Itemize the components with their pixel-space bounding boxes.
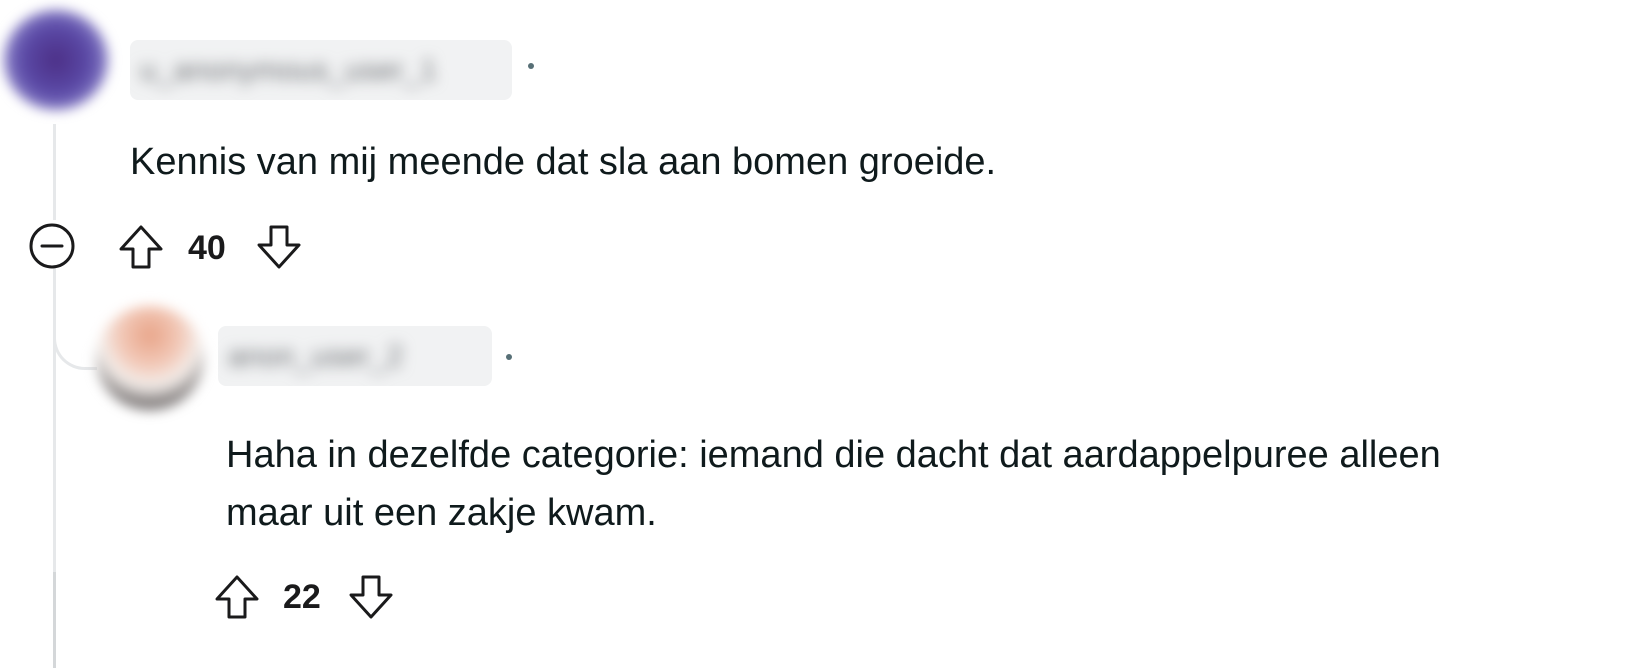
username-text: u_anonymous_user_1: [140, 54, 437, 87]
thread-line[interactable]: [53, 124, 56, 220]
meta-separator-dot: [528, 63, 534, 69]
upvote-arrow-icon: [215, 575, 259, 619]
downvote-button[interactable]: [254, 222, 304, 272]
upvote-button[interactable]: [116, 222, 166, 272]
vote-score: 40: [188, 229, 226, 267]
comment-body-line: Haha in dezelfde categorie: iemand die d…: [226, 434, 1441, 476]
comment-body: Kennis van mij meende dat sla aan bomen …: [130, 141, 997, 183]
avatar[interactable]: [4, 10, 108, 110]
downvote-arrow-icon: [257, 225, 301, 269]
username-text: anon_user_2: [228, 340, 404, 373]
avatar[interactable]: [96, 306, 204, 410]
upvote-arrow-icon: [119, 225, 163, 269]
reply-connector: [53, 300, 97, 370]
meta-separator-dot: [506, 354, 512, 360]
collapse-thread-button[interactable]: [28, 222, 76, 270]
downvote-button[interactable]: [346, 572, 396, 622]
upvote-button[interactable]: [212, 572, 262, 622]
comment-body: Haha in dezelfde categorie: iemand die d…: [226, 426, 1441, 542]
collapse-icon: [29, 223, 75, 269]
comment-author[interactable]: anon_user_2: [218, 326, 492, 386]
comment-author[interactable]: u_anonymous_user_1: [130, 40, 512, 100]
downvote-arrow-icon: [349, 575, 393, 619]
vote-score: 22: [283, 578, 321, 616]
comment-body-line: maar uit een zakje kwam.: [226, 492, 657, 534]
thread-line-hover[interactable]: [53, 572, 56, 668]
